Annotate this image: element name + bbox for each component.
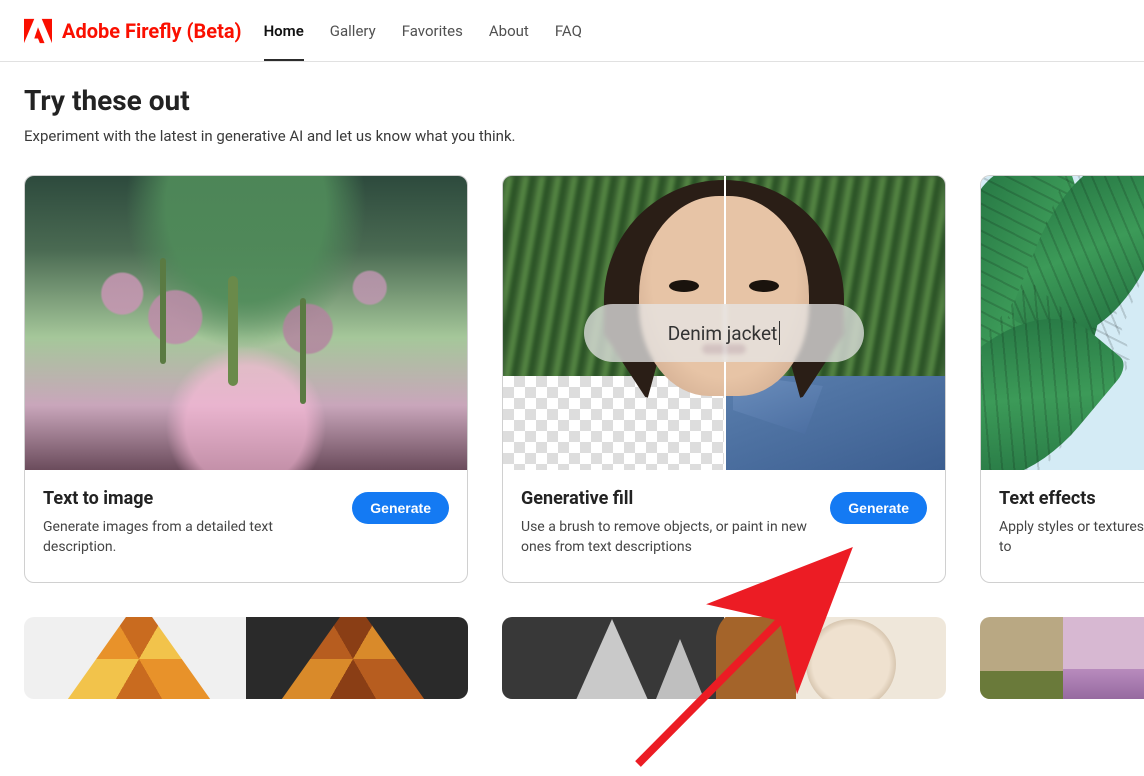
nav-home[interactable]: Home	[264, 0, 304, 61]
page-subtitle: Experiment with the latest in generative…	[24, 127, 1120, 145]
card-title: Text to image	[43, 488, 338, 509]
nav-faq[interactable]: FAQ	[555, 0, 582, 61]
card-title: Text effects	[999, 488, 1144, 509]
adobe-logo-icon	[24, 18, 52, 44]
card-body: Generative fill Use a brush to remove ob…	[503, 470, 945, 582]
main-nav: Home Gallery Favorites About FAQ	[264, 0, 582, 61]
app-header: Adobe Firefly (Beta) Home Gallery Favori…	[0, 0, 1144, 62]
card-thumbnail[interactable]	[24, 617, 468, 699]
card-thumbnail[interactable]	[980, 617, 1144, 699]
nav-about[interactable]: About	[489, 0, 529, 61]
card-text-to-image[interactable]: Text to image Generate images from a det…	[24, 175, 468, 583]
page-title: Try these out	[24, 84, 1120, 117]
card-generative-fill-thumbnail: Denim jacket	[503, 176, 945, 470]
generate-button[interactable]: Generate	[352, 492, 449, 524]
card-desc: Use a brush to remove objects, or paint …	[521, 517, 816, 558]
card-body: Text to image Generate images from a det…	[25, 470, 467, 582]
card-text-effects-thumbnail	[981, 176, 1144, 470]
generate-button[interactable]: Generate	[830, 492, 927, 524]
nav-favorites[interactable]: Favorites	[402, 0, 463, 61]
card-body: Text effects Apply styles or textures to	[981, 470, 1144, 582]
card-generative-fill[interactable]: Denim jacket Generative fill Use a brush…	[502, 175, 946, 583]
card-desc: Generate images from a detailed text des…	[43, 517, 338, 558]
prompt-pill: Denim jacket	[584, 304, 864, 362]
text-cursor-icon	[779, 321, 780, 345]
secondary-cards-row	[24, 617, 1120, 699]
feature-cards-row: Text to image Generate images from a det…	[24, 175, 1120, 583]
card-desc: Apply styles or textures to	[999, 517, 1144, 558]
card-text-effects[interactable]: Text effects Apply styles or textures to	[980, 175, 1144, 583]
card-thumbnail[interactable]	[502, 617, 946, 699]
prompt-text: Denim jacket	[668, 322, 778, 345]
main-content: Try these out Experiment with the latest…	[0, 62, 1144, 699]
nav-gallery[interactable]: Gallery	[330, 0, 376, 61]
card-title: Generative fill	[521, 488, 816, 509]
card-text-to-image-thumbnail	[25, 176, 467, 470]
brand-label: Adobe Firefly (Beta)	[62, 19, 242, 43]
